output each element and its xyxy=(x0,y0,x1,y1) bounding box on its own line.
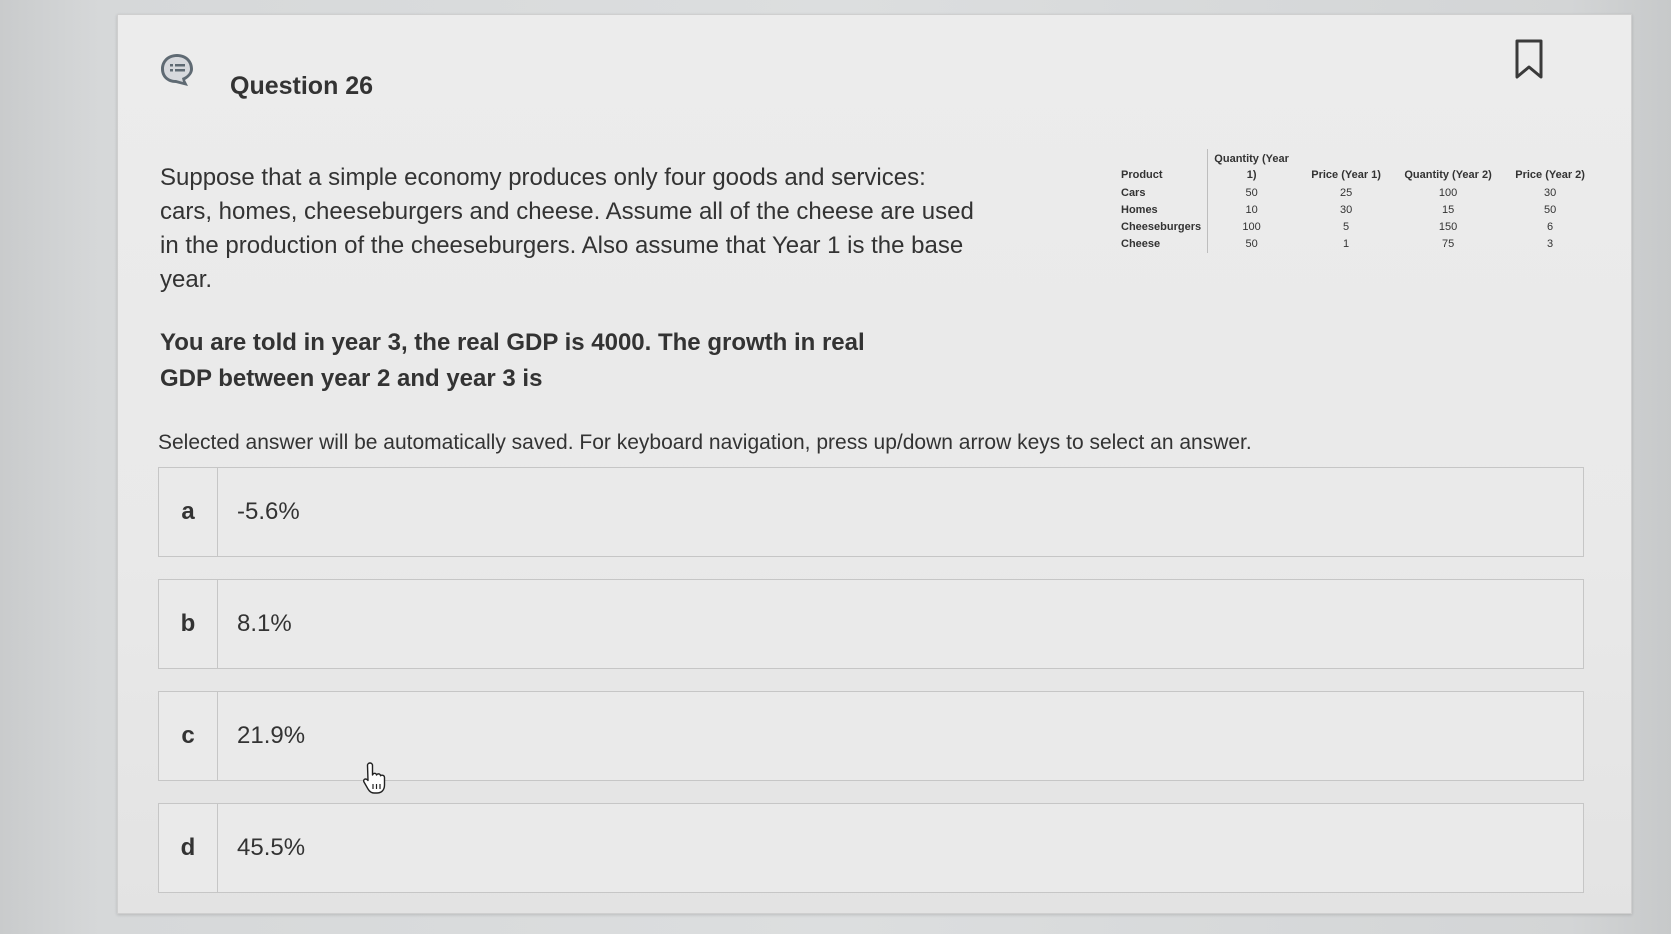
table-cell: Cheese xyxy=(1115,236,1209,253)
table-cell: 50 xyxy=(1245,187,1258,199)
option-letter: b xyxy=(159,580,218,668)
option-letter: c xyxy=(159,692,218,780)
header-quantity-year2: Quantity (Year 2) xyxy=(1404,169,1492,181)
table-cell: 30 xyxy=(1543,187,1557,199)
bookmark-icon[interactable] xyxy=(1513,39,1545,79)
hand-pointer-icon xyxy=(362,762,386,794)
table-row: Homes 10 30 15 50 xyxy=(1115,202,1601,219)
option-letter: a xyxy=(159,468,218,556)
table-cell: 15 xyxy=(1441,204,1455,216)
table-cell: 50 xyxy=(1245,238,1258,250)
question-ask: You are told in year 3, the real GDP is … xyxy=(160,329,865,392)
answer-option-b[interactable]: b 8.1% xyxy=(158,579,1584,669)
table-cell: Cars xyxy=(1115,185,1209,202)
table-row: Cars 50 25 100 30 xyxy=(1115,185,1601,202)
header-price-year1: Price (Year 1) xyxy=(1311,169,1381,181)
question-card: Question 26 Suppose that a simple econom… xyxy=(117,14,1632,914)
header-quantity-year1: Quantity (Year 1) xyxy=(1214,153,1289,181)
table-cell: 5 xyxy=(1343,221,1350,233)
table-row: Cheeseburgers 100 5 150 6 xyxy=(1115,219,1601,236)
header-product: Product xyxy=(1115,149,1209,185)
question-title: Question 26 xyxy=(230,72,374,100)
table-cell: 30 xyxy=(1339,204,1353,216)
table-cell: 100 xyxy=(1438,187,1458,199)
table-cell: 25 xyxy=(1339,187,1353,199)
table-cell: Homes xyxy=(1115,202,1209,219)
data-table: Product Quantity (Year 1) Price (Year 1)… xyxy=(1115,149,1602,253)
chat-list-icon xyxy=(161,54,193,86)
table-cell: 50 xyxy=(1543,204,1557,216)
answer-option-d[interactable]: d 45.5% xyxy=(158,803,1584,893)
option-text: 21.9% xyxy=(237,722,306,749)
header-price-year2: Price (Year 2) xyxy=(1515,169,1585,181)
table-cell: 1 xyxy=(1343,238,1350,250)
question-prompt: Suppose that a simple economy produces o… xyxy=(160,164,974,293)
table-cell: 6 xyxy=(1547,221,1554,233)
table-row: Cheese 50 1 75 3 xyxy=(1115,236,1601,253)
table-cell: 100 xyxy=(1242,221,1261,233)
table-cell: 150 xyxy=(1438,221,1458,233)
table-cell: 3 xyxy=(1547,238,1554,250)
table-cell: 75 xyxy=(1441,238,1455,250)
instruction-text: Selected answer will be automatically sa… xyxy=(158,431,1252,454)
option-text: 8.1% xyxy=(237,610,292,637)
table-cell: 10 xyxy=(1245,204,1258,216)
table-header-row: Product Quantity (Year 1) Price (Year 1)… xyxy=(1115,149,1601,185)
option-letter: d xyxy=(159,804,218,892)
option-text: -5.6% xyxy=(237,498,300,525)
answer-option-a[interactable]: a -5.6% xyxy=(158,467,1584,557)
option-text: 45.5% xyxy=(237,834,306,861)
table-cell: Cheeseburgers xyxy=(1115,219,1209,236)
